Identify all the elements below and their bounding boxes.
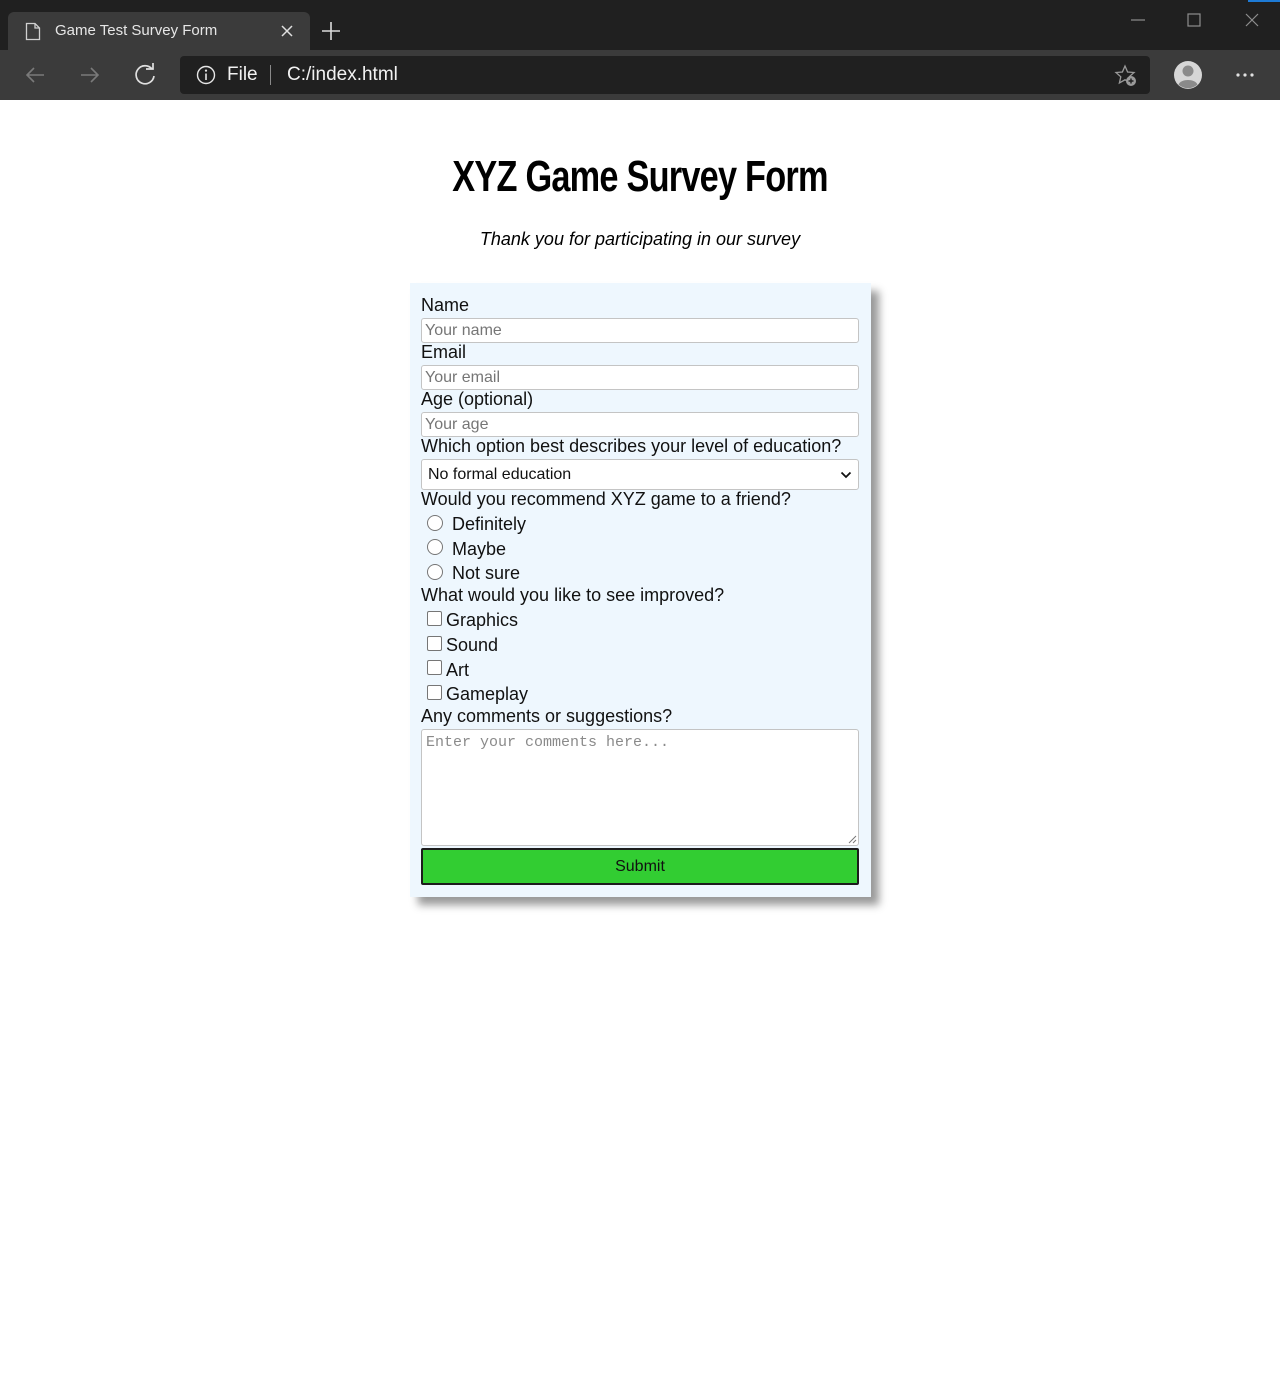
- radio-definitely[interactable]: [427, 515, 443, 531]
- name-label: Name: [421, 295, 470, 315]
- comments-textarea[interactable]: [421, 729, 859, 846]
- address-bar[interactable]: File C:/index.html: [180, 56, 1150, 94]
- back-arrow-icon[interactable]: [22, 62, 48, 88]
- radio-label-definitely: Definitely: [452, 514, 527, 534]
- maximize-icon[interactable]: [1184, 10, 1204, 30]
- checkbox-label-gameplay: Gameplay: [446, 684, 529, 704]
- address-scheme: File: [227, 64, 258, 85]
- address-url[interactable]: C:/index.html: [287, 64, 398, 86]
- checkbox-label-sound: Sound: [446, 635, 499, 655]
- accent-strip: [1248, 0, 1280, 2]
- checkbox-label-graphics: Graphics: [446, 610, 519, 630]
- education-dropdown[interactable]: No formal education: [421, 459, 859, 490]
- email-input[interactable]: [421, 365, 859, 390]
- radio-not-sure[interactable]: [427, 564, 443, 580]
- info-icon[interactable]: [196, 65, 216, 85]
- checkbox-gameplay[interactable]: [427, 685, 442, 700]
- radio-maybe[interactable]: [427, 539, 443, 555]
- profile-icon[interactable]: [1173, 60, 1203, 90]
- browser-tab[interactable]: Game Test Survey Form: [8, 12, 310, 50]
- resize-grip-icon[interactable]: [847, 834, 857, 844]
- page-content: XYZ Game Survey Form Thank you for parti…: [0, 100, 1280, 1390]
- checkbox-label-art: Art: [446, 660, 470, 680]
- favorite-star-icon[interactable]: [1114, 64, 1138, 88]
- checkbox-sound[interactable]: [427, 636, 442, 651]
- page-title: XYZ Game Survey Form: [452, 152, 828, 201]
- window-close-icon[interactable]: [1242, 10, 1262, 30]
- radio-label-not-sure: Not sure: [452, 563, 521, 583]
- plus-icon[interactable]: [320, 20, 342, 42]
- tab-title: Game Test Survey Form: [55, 22, 218, 39]
- education-selected-value: No formal education: [428, 466, 572, 483]
- education-label: Which option best describes your level o…: [421, 436, 842, 456]
- comments-label: Any comments or suggestions?: [421, 706, 673, 726]
- address-separator: [270, 65, 271, 85]
- email-label: Email: [421, 342, 467, 362]
- age-input[interactable]: [421, 412, 859, 437]
- checkbox-graphics[interactable]: [427, 611, 442, 626]
- reload-icon[interactable]: [132, 62, 158, 88]
- radio-label-maybe: Maybe: [452, 539, 507, 559]
- forward-arrow-icon[interactable]: [77, 62, 103, 88]
- browser-titlebar: Game Test Survey Form: [0, 0, 1280, 50]
- name-input[interactable]: [421, 318, 859, 343]
- survey-form: Name Email Age (optional) Which option b…: [410, 283, 871, 897]
- more-icon[interactable]: [1233, 64, 1257, 86]
- minimize-icon[interactable]: [1128, 10, 1148, 30]
- age-label: Age (optional): [421, 389, 534, 409]
- checkbox-art[interactable]: [427, 660, 442, 675]
- page-icon: [25, 22, 41, 41]
- recommend-label: Would you recommend XYZ game to a friend…: [421, 489, 791, 509]
- close-icon[interactable]: [280, 24, 294, 38]
- chevron-down-icon: [840, 471, 852, 479]
- page-description: Thank you for participating in our surve…: [479, 229, 801, 249]
- improve-label: What would you like to see improved?: [421, 585, 725, 605]
- browser-toolbar: File C:/index.html: [0, 50, 1280, 100]
- submit-button[interactable]: Submit: [421, 848, 859, 885]
